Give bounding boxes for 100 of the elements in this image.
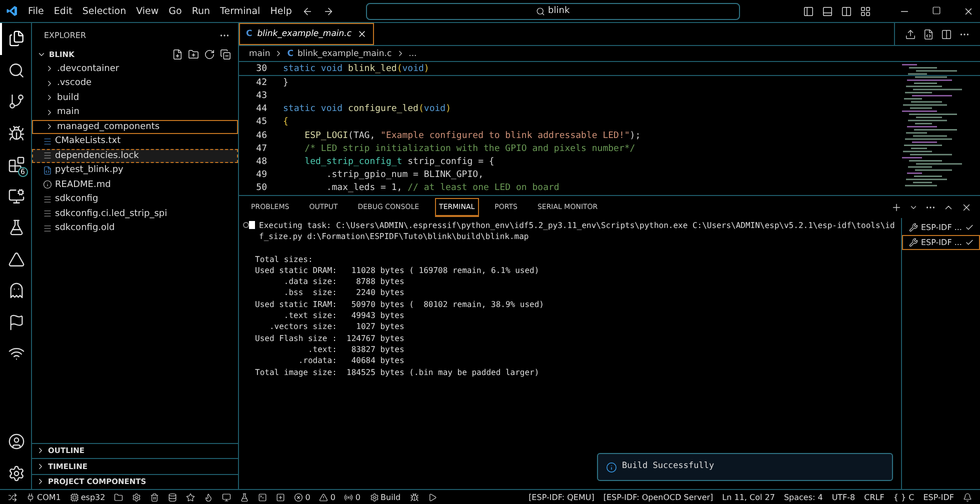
code-text: // at least one LED on board <box>408 183 560 194</box>
source-control-icon[interactable] <box>8 93 25 110</box>
terminal-item[interactable]: ESP-IDF ... <box>902 220 980 235</box>
search-icon[interactable] <box>8 62 25 79</box>
file-tree-item[interactable]: sdkconfig.ci.led_strip_spi <box>32 206 238 221</box>
file-tree-item[interactable]: sdkconfig <box>32 192 238 206</box>
breadcrumb-item[interactable]: ... <box>408 48 417 58</box>
file-tree-item[interactable]: main <box>32 105 238 120</box>
bell-icon[interactable] <box>963 492 972 502</box>
gear-icon[interactable] <box>132 492 142 502</box>
file-tree-item[interactable]: dependencies.lock <box>32 148 238 163</box>
run-debug-icon[interactable] <box>8 124 25 142</box>
status-item[interactable]: Build <box>380 492 401 502</box>
monitor-icon[interactable] <box>222 492 232 502</box>
menu-item[interactable]: Selection <box>82 6 126 16</box>
refresh-icon[interactable] <box>204 48 215 60</box>
chip-icon[interactable] <box>70 492 79 502</box>
terminal-icon[interactable] <box>258 492 268 502</box>
status-item[interactable]: [ESP-IDF: QEMU] <box>528 492 594 502</box>
split-editor-icon[interactable] <box>941 28 952 40</box>
gear-icon[interactable] <box>370 492 379 502</box>
status-item[interactable]: 0 <box>355 492 361 502</box>
split-layout-icon[interactable] <box>841 6 852 16</box>
menu-item[interactable]: View <box>136 6 159 16</box>
code-text: led_strip_config_t <box>304 156 402 167</box>
collapse-icon[interactable] <box>220 48 231 60</box>
status-item[interactable]: esp32 <box>80 492 106 502</box>
panel-toggle-icon[interactable] <box>822 6 833 16</box>
file-tree-item[interactable]: CMakeLists.txt <box>32 134 238 148</box>
file-tree-item[interactable]: sdkconfig.old <box>32 221 238 236</box>
file-tree-item[interactable]: .vscode <box>32 76 238 90</box>
settings-icon[interactable] <box>8 464 25 482</box>
close-icon[interactable] <box>963 6 974 16</box>
new-file-icon[interactable] <box>172 48 183 60</box>
menu-item[interactable]: Run <box>192 6 210 16</box>
code-text: (TAG, <box>348 130 376 141</box>
bug-icon[interactable] <box>410 492 419 502</box>
port-icon[interactable] <box>26 492 35 502</box>
status-item[interactable]: UTF-8 <box>832 492 856 502</box>
back-icon[interactable] <box>302 6 313 16</box>
menu-item[interactable]: File <box>28 6 44 16</box>
play-icon[interactable] <box>428 492 437 502</box>
account-icon[interactable] <box>8 433 25 450</box>
breadcrumb-item[interactable]: main <box>249 48 270 58</box>
folder-icon[interactable] <box>114 492 124 502</box>
status-item[interactable]: 0 <box>305 492 310 502</box>
close-icon[interactable] <box>961 202 972 212</box>
status-item[interactable]: ESP-IDF <box>923 492 954 502</box>
trash-icon[interactable] <box>150 492 160 502</box>
flask-icon[interactable] <box>8 219 25 236</box>
code-text: ); <box>630 130 641 141</box>
error-icon[interactable] <box>294 492 304 502</box>
forward-icon[interactable] <box>322 6 334 16</box>
python-file-icon <box>43 166 52 175</box>
terminal-item[interactable]: ESP-IDF ... <box>902 235 980 250</box>
search-field[interactable]: blink <box>366 2 740 20</box>
editor-tab[interactable]: C blink_example_main.c <box>239 23 374 45</box>
maximize-icon[interactable] <box>932 6 941 14</box>
upload-icon[interactable] <box>905 28 916 40</box>
file-tree-item[interactable]: .devcontainer <box>32 62 238 76</box>
flame-icon[interactable] <box>204 492 214 502</box>
files-icon[interactable] <box>8 30 25 48</box>
text-file-icon <box>43 209 52 218</box>
status-item[interactable]: [ESP-IDF: OpenOCD Server] <box>603 492 714 502</box>
file-tree-item[interactable]: build <box>32 90 238 105</box>
status-item[interactable]: CRLF <box>864 492 884 502</box>
status-item[interactable]: 0 <box>330 492 336 502</box>
triangle-icon[interactable] <box>8 250 25 268</box>
signal-icon[interactable] <box>8 345 25 362</box>
alien-head-icon[interactable] <box>8 282 25 300</box>
cylinder-icon[interactable] <box>168 492 178 502</box>
extensions-icon[interactable] <box>8 156 25 174</box>
remote-monitor-icon[interactable] <box>8 188 25 205</box>
star-icon[interactable] <box>186 492 196 502</box>
warning-icon[interactable] <box>319 492 328 502</box>
file-tree-item[interactable]: README.md <box>32 178 238 192</box>
status-item[interactable]: COM1 <box>37 492 61 502</box>
status-item[interactable]: { } C <box>893 492 914 502</box>
menu-item[interactable]: Go <box>168 6 182 16</box>
layout-icon[interactable] <box>860 6 871 16</box>
menu-item[interactable]: Terminal <box>220 6 260 16</box>
status-item[interactable]: Ln 11, Col 27 <box>722 492 775 502</box>
status-item[interactable]: Spaces: 4 <box>784 492 823 502</box>
wrench-icon <box>909 238 918 247</box>
app-logo-icon <box>6 5 18 17</box>
code-text: strip_config = { <box>406 156 494 167</box>
flag-icon[interactable] <box>8 314 25 331</box>
add-box-icon[interactable] <box>276 492 286 502</box>
antenna-icon[interactable] <box>344 492 354 502</box>
close-icon[interactable] <box>356 29 367 39</box>
menu-item[interactable]: Help <box>270 6 292 16</box>
breadcrumb-item[interactable]: C blink_example_main.c <box>287 48 392 58</box>
sidebar-toggle-icon[interactable] <box>803 6 814 16</box>
new-folder-icon[interactable] <box>188 48 199 60</box>
file-tree-item[interactable]: managed_components <box>32 120 238 134</box>
flask-icon[interactable] <box>240 492 250 502</box>
file-tree-item[interactable]: pytest_blink.py <box>32 163 238 178</box>
new-terminal-icon[interactable] <box>891 202 902 212</box>
menu-item[interactable]: Edit <box>54 6 72 16</box>
file-icon[interactable] <box>923 28 934 40</box>
